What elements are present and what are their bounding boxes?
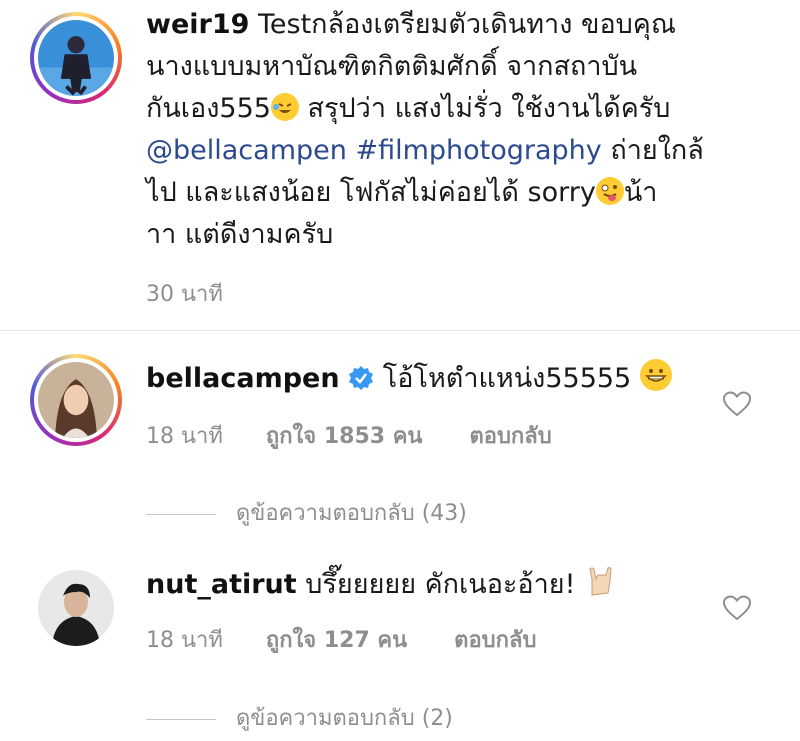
divider bbox=[0, 330, 800, 331]
comment-body: โอ้โหตำแหน่ง55555 bbox=[382, 363, 632, 394]
comment-meta: 18 นาที ถูกใจ 1853 คน ตอบกลับ bbox=[146, 418, 552, 453]
caption-line-4b: ถ่ายใกล้ bbox=[601, 135, 704, 166]
post-caption: weir19 Testกล้องเตรียมตัวเดินทาง ขอบคุณ … bbox=[0, 0, 800, 330]
mention-link[interactable]: @bellacampen bbox=[146, 135, 347, 166]
post-caption-text: weir19 Testกล้องเตรียมตัวเดินทาง ขอบคุณ … bbox=[146, 4, 786, 256]
like-heart-icon[interactable] bbox=[722, 594, 752, 622]
caption-line-1: Testกล้องเตรียมตัวเดินทาง ขอบคุณ bbox=[258, 9, 676, 40]
rolling-laughing-emoji-icon bbox=[270, 93, 299, 121]
zany-face-emoji-icon bbox=[595, 177, 624, 205]
view-replies-button[interactable]: ดูข้อความตอบกลับ (2) bbox=[146, 700, 453, 735]
like-heart-icon[interactable] bbox=[722, 390, 752, 418]
caption-line-5a: ไป และแสงน้อย โฟกัสไม่ค่อยได้ sorry bbox=[146, 177, 596, 208]
view-replies-label: ดูข้อความตอบกลับ (43) bbox=[236, 501, 467, 526]
comment-timestamp: 18 นาที bbox=[146, 628, 223, 653]
love-you-gesture-emoji-icon bbox=[584, 565, 616, 597]
hashtag-link[interactable]: #filmphotography bbox=[355, 135, 601, 166]
view-replies-label: ดูข้อความตอบกลับ (2) bbox=[236, 706, 453, 731]
comment-text: nut_atirut บรึ๊ยยยยย คักเนอะอ้าย! bbox=[146, 564, 616, 606]
comment-meta: 18 นาที ถูกใจ 127 คน ตอบกลับ bbox=[146, 622, 536, 657]
reply-button[interactable]: ตอบกลับ bbox=[469, 424, 551, 449]
reply-button[interactable]: ตอบกลับ bbox=[454, 628, 536, 653]
commenter-avatar[interactable] bbox=[30, 354, 122, 446]
caption-line-6: าา แต่ดีงามครับ bbox=[146, 219, 334, 250]
comment-likes-link[interactable]: ถูกใจ 127 คน bbox=[266, 628, 407, 653]
grinning-face-emoji-icon bbox=[639, 359, 672, 391]
view-replies-button[interactable]: ดูข้อความตอบกลับ (43) bbox=[146, 495, 467, 530]
post-timestamp: 30 นาที bbox=[146, 282, 223, 307]
caption-line-5b: น้า bbox=[623, 177, 658, 208]
post-username[interactable]: weir19 bbox=[146, 9, 249, 40]
caption-line-3b: สรุปว่า แสงไม่รั่ว ใช้งานได้ครับ bbox=[298, 93, 671, 124]
verified-badge-icon bbox=[348, 362, 374, 390]
comment-likes-link[interactable]: ถูกใจ 1853 คน bbox=[266, 424, 423, 449]
comment-body: บรึ๊ยยยยย คักเนอะอ้าย! bbox=[305, 569, 576, 600]
comment-text: bellacampen โอ้โหตำแหน่ง55555 bbox=[146, 358, 672, 400]
comment-username[interactable]: bellacampen bbox=[146, 363, 340, 394]
commenter-avatar[interactable] bbox=[38, 570, 114, 646]
comment-username[interactable]: nut_atirut bbox=[146, 569, 297, 600]
replies-divider-line bbox=[146, 718, 216, 720]
caption-line-2: นางแบบมหาบัณฑิตกิตติมศักดิ์ จากสถาบัน bbox=[146, 51, 638, 82]
caption-line-3a: กันเอง555 bbox=[146, 93, 271, 124]
post-author-avatar[interactable] bbox=[30, 12, 122, 104]
comment-timestamp: 18 นาที bbox=[146, 424, 223, 449]
replies-divider-line bbox=[146, 513, 216, 515]
